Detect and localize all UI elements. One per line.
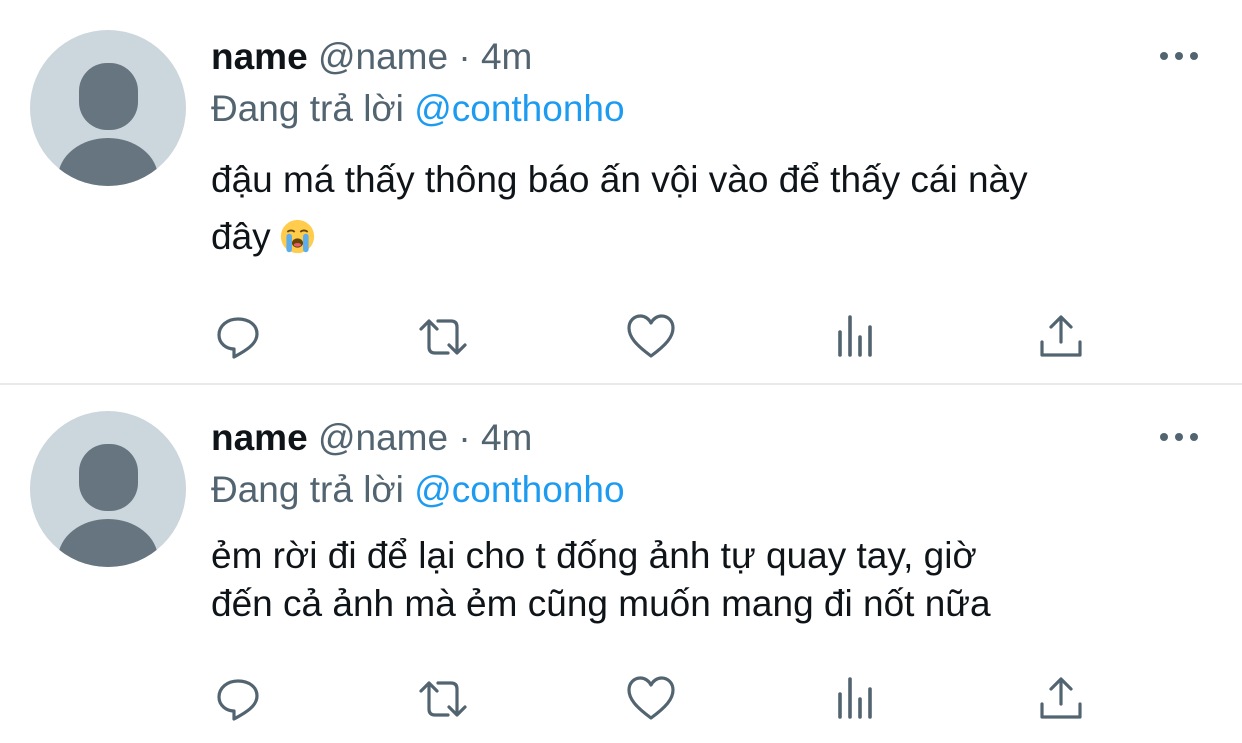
loudly-crying-face-icon (280, 219, 314, 254)
tweet-text-line: đây (211, 216, 271, 257)
user-handle[interactable]: @name (318, 36, 448, 77)
reply-mention-link[interactable]: @conthonho (414, 469, 624, 510)
timestamp[interactable]: 4m (481, 36, 532, 77)
avatar-body-shape (58, 519, 158, 567)
tweet-header: name @name · 4m (211, 35, 532, 79)
avatar-head-shape (79, 63, 138, 130)
reply-prefix: Đang trả lời (211, 88, 404, 129)
tweet-text-line: đậu má thấy thông báo ấn vội vào để thấy… (211, 159, 1028, 200)
user-handle[interactable]: @name (318, 417, 448, 458)
display-name[interactable]: name (211, 417, 308, 458)
reply-prefix: Đang trả lời (211, 469, 404, 510)
tweet-actions (0, 674, 1242, 724)
reply-icon[interactable] (213, 674, 263, 724)
tweet-text: ẻm rời đi để lại cho t đống ảnh tự quay … (211, 532, 1211, 628)
avatar-head-shape (79, 444, 138, 511)
display-name[interactable]: name (211, 36, 308, 77)
separator-dot: · (458, 417, 471, 458)
tweet-text-line: ẻm rời đi để lại cho t đống ảnh tự quay … (211, 535, 977, 576)
reply-mention-link[interactable]: @conthonho (414, 88, 624, 129)
tweet[interactable]: name @name · 4m Đang trả lời @conthonho … (0, 0, 1242, 383)
reply-context: Đang trả lời @conthonho (211, 87, 625, 131)
more-options-icon[interactable] (1158, 431, 1200, 443)
tweet-text: đậu má thấy thông báo ấn vội vào để thấy… (211, 151, 1211, 265)
tweet-actions (0, 312, 1242, 362)
like-icon[interactable] (626, 312, 676, 362)
reply-context: Đang trả lời @conthonho (211, 468, 625, 512)
avatar[interactable] (30, 411, 186, 567)
share-icon[interactable] (1036, 674, 1086, 724)
tweet[interactable]: name @name · 4m Đang trả lời @conthonho … (0, 385, 1242, 743)
analytics-icon[interactable] (832, 674, 882, 724)
avatar[interactable] (30, 30, 186, 186)
tweet-text-line: đến cả ảnh mà ẻm cũng muốn mang đi nốt n… (211, 583, 991, 624)
tweet-header: name @name · 4m (211, 416, 532, 460)
retweet-icon[interactable] (418, 312, 468, 362)
reply-icon[interactable] (213, 312, 263, 362)
more-options-icon[interactable] (1158, 50, 1200, 62)
retweet-icon[interactable] (418, 674, 468, 724)
avatar-body-shape (58, 138, 158, 186)
share-icon[interactable] (1036, 312, 1086, 362)
timestamp[interactable]: 4m (481, 417, 532, 458)
analytics-icon[interactable] (832, 312, 882, 362)
like-icon[interactable] (626, 674, 676, 724)
separator-dot: · (458, 36, 471, 77)
